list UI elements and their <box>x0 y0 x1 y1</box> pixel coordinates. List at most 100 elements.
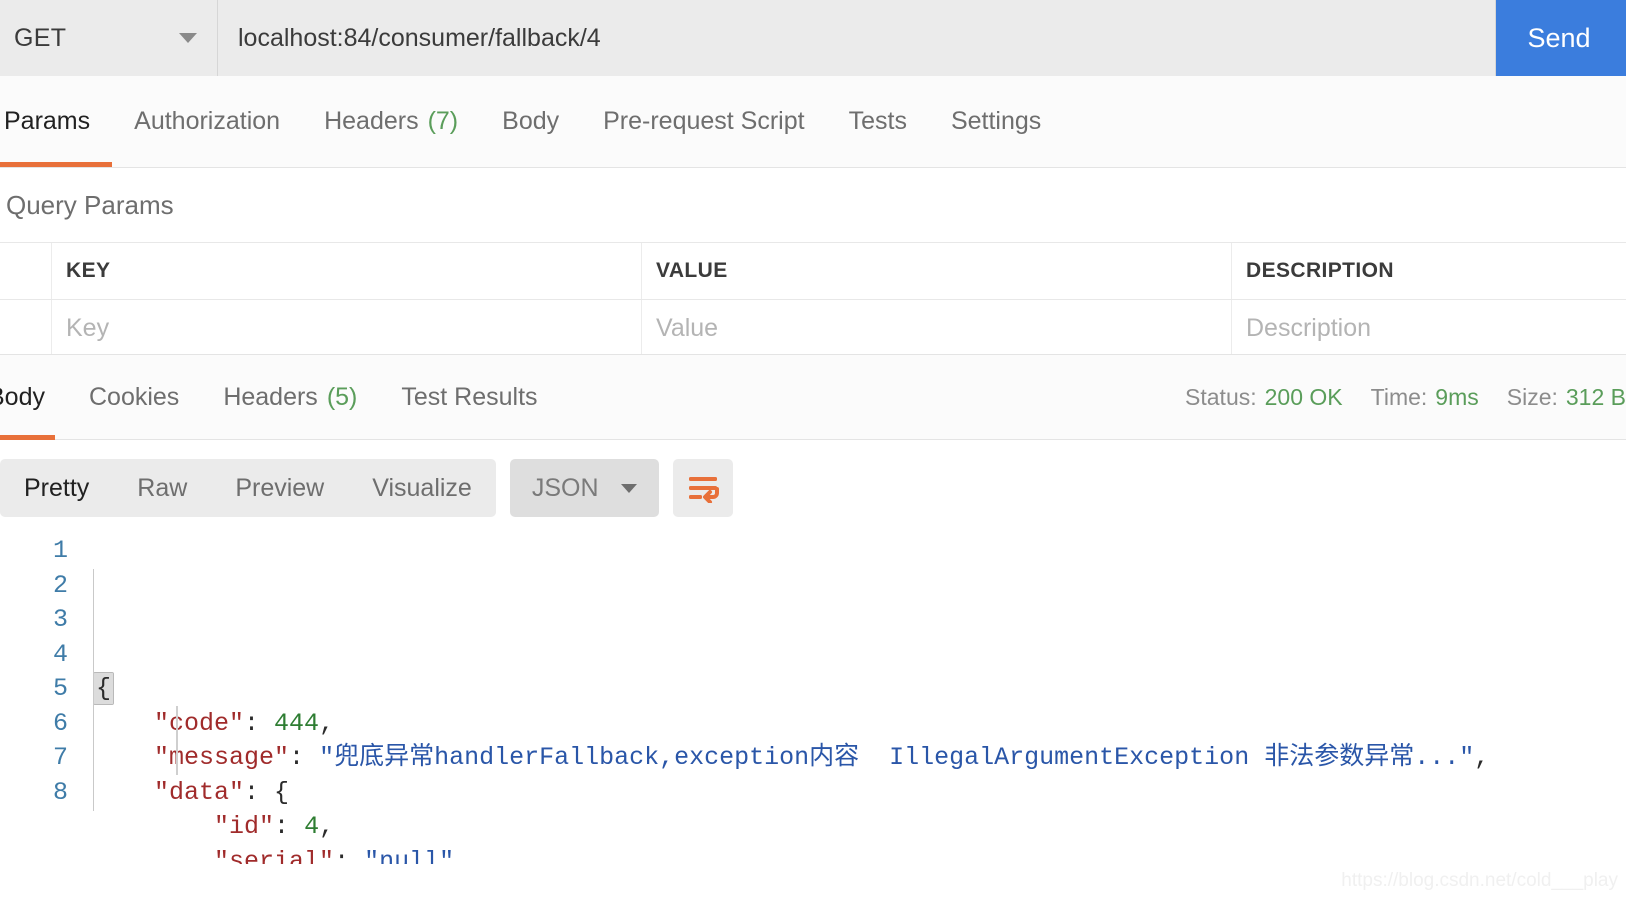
response-language-dropdown[interactable]: JSON <box>509 459 659 517</box>
row-checkbox-cell[interactable] <box>0 300 52 356</box>
code-token: : <box>289 743 320 772</box>
table-header-row: KEY VALUE DESCRIPTION <box>0 243 1626 300</box>
time-value: 9ms <box>1435 383 1479 410</box>
param-key-cell[interactable] <box>52 300 642 356</box>
tab-params-label: Params <box>4 106 91 135</box>
view-mode-visualize-label: Visualize <box>372 473 472 502</box>
response-tab-cookies-label: Cookies <box>88 382 180 411</box>
code-token: "code" <box>154 708 245 738</box>
column-header-description-label: DESCRIPTION <box>1246 259 1394 282</box>
chevron-down-icon <box>620 483 637 493</box>
param-value-cell[interactable] <box>642 300 1232 356</box>
code-token: , <box>319 812 335 841</box>
code-token: 4 <box>304 812 320 841</box>
status-badge: Status: 200 OK <box>1185 384 1343 411</box>
code-token: : <box>334 846 365 865</box>
response-tab-cookies[interactable]: Cookies <box>67 354 201 440</box>
response-meta: Status: 200 OK Time: 9ms Size: 312 B <box>1185 384 1626 411</box>
table-row[interactable] <box>0 300 1626 357</box>
column-header-description: DESCRIPTION <box>1232 243 1626 299</box>
line-number: 8 <box>52 777 68 807</box>
view-mode-raw[interactable]: Raw <box>113 459 211 517</box>
tab-settings-label: Settings <box>950 106 1042 135</box>
code-token: , <box>319 708 335 738</box>
code-token: : <box>244 708 275 738</box>
tab-params[interactable]: Params <box>0 75 113 167</box>
param-value-input[interactable] <box>656 313 1231 343</box>
query-params-table: KEY VALUE DESCRIPTION <box>0 242 1626 357</box>
url-input-wrapper[interactable] <box>218 0 1496 76</box>
url-input[interactable] <box>238 23 1475 53</box>
time-label: Time: <box>1370 383 1428 410</box>
query-params-header: Query Params <box>0 168 1626 242</box>
param-description-cell[interactable] <box>1232 300 1626 356</box>
code-token: "兜底异常handlerFallback,exception内容 Illegal… <box>319 743 1475 772</box>
response-format-toolbar: Pretty Raw Preview Visualize JSON <box>0 452 1626 524</box>
code-token: "id" <box>214 812 275 841</box>
code-token: 444 <box>274 708 320 738</box>
time-badge: Time: 9ms <box>1371 384 1479 411</box>
view-mode-preview-label: Preview <box>235 473 325 502</box>
code-token: "null" <box>364 846 455 865</box>
param-description-input[interactable] <box>1246 313 1626 343</box>
status-value: 200 OK <box>1264 383 1343 410</box>
response-tab-test-results[interactable]: Test Results <box>379 354 559 440</box>
line-number: 1 <box>52 536 68 565</box>
column-header-value-label: VALUE <box>656 259 728 282</box>
code-line: { <box>92 672 1626 707</box>
column-header-key-label: KEY <box>66 259 111 282</box>
view-mode-pretty[interactable]: Pretty <box>0 459 113 517</box>
line-number: 6 <box>52 708 68 738</box>
tab-body-label: Body <box>502 106 560 135</box>
line-number: 2 <box>52 570 68 600</box>
code-token: "data" <box>154 777 245 807</box>
tab-headers[interactable]: Headers (7) <box>302 75 480 167</box>
code-line: "data": { <box>94 776 1626 811</box>
size-badge: Size: 312 B <box>1507 384 1626 411</box>
tab-tests[interactable]: Tests <box>827 75 929 167</box>
response-tab-headers[interactable]: Headers (5) <box>201 354 379 440</box>
view-mode-raw-label: Raw <box>137 473 188 502</box>
tab-pre-request-script[interactable]: Pre-request Script <box>581 75 826 167</box>
view-mode-pretty-label: Pretty <box>24 473 90 502</box>
line-number-gutter: 1 2 3 4 5 6 7 8 <box>0 524 76 864</box>
tab-authorization-label: Authorization <box>134 106 281 135</box>
watermark-text: https://blog.csdn.net/cold___play <box>1341 870 1618 891</box>
postman-window: GET Send Params Authorization Headers (7… <box>0 0 1626 898</box>
request-url-bar: GET Send <box>0 0 1626 76</box>
tab-headers-label: Headers <box>324 106 419 135</box>
view-mode-visualize[interactable]: Visualize <box>348 459 496 517</box>
response-language-label: JSON <box>531 473 599 502</box>
code-token: , <box>1474 743 1490 772</box>
view-mode-preview[interactable]: Preview <box>211 459 348 517</box>
line-number: 5 <box>52 674 68 703</box>
tab-authorization[interactable]: Authorization <box>112 75 302 167</box>
code-line: "code": 444, <box>94 707 1626 742</box>
response-body-code[interactable]: { "code": 444, "message": "兜底异常handlerFa… <box>76 524 1626 864</box>
word-wrap-button[interactable] <box>672 459 733 517</box>
column-header-value: VALUE <box>642 243 1232 299</box>
response-tabs: Body Cookies Headers (5) Test Results St… <box>0 354 1626 440</box>
response-tab-body-label: Body <box>0 382 45 411</box>
response-body-viewer[interactable]: 1 2 3 4 5 6 7 8 { "code": 444, "message": "兜底异常… <box>0 524 1626 864</box>
response-tab-headers-count: (5) <box>326 382 358 411</box>
send-button[interactable]: Send <box>1496 0 1626 76</box>
http-method-label: GET <box>14 23 67 52</box>
code-line: "message": "兜底异常handlerFallback,exceptio… <box>94 741 1626 776</box>
size-value: 312 B <box>1565 383 1626 410</box>
response-tab-body[interactable]: Body <box>0 354 67 440</box>
response-tab-headers-label: Headers <box>223 382 318 411</box>
size-label: Size: <box>1506 383 1558 410</box>
http-method-dropdown[interactable]: GET <box>0 0 218 76</box>
tab-body[interactable]: Body <box>480 75 581 167</box>
param-key-input[interactable] <box>66 313 641 343</box>
tab-settings[interactable]: Settings <box>929 75 1063 167</box>
status-label: Status: <box>1185 383 1257 410</box>
send-button-label: Send <box>1527 22 1591 53</box>
code-token: : <box>274 812 305 841</box>
column-header-key: KEY <box>52 243 642 299</box>
